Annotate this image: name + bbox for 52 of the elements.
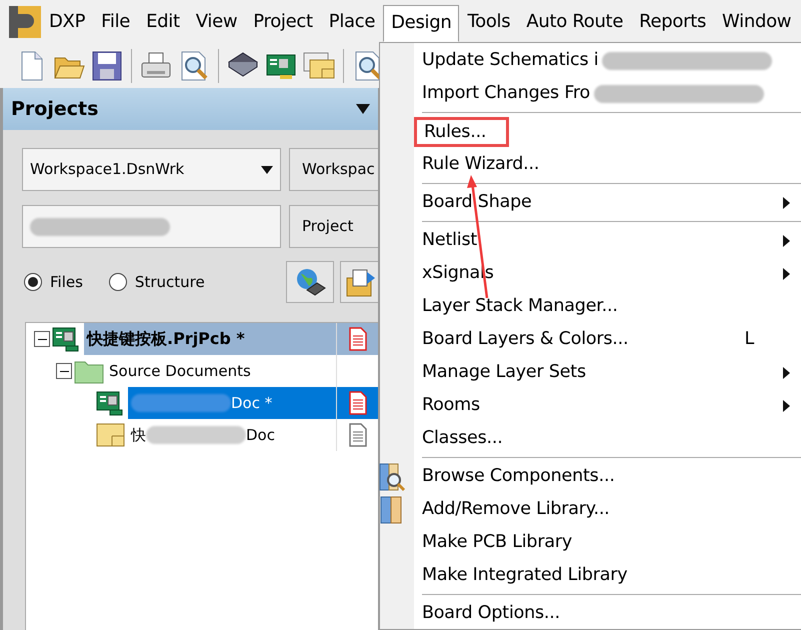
radio-button[interactable] — [108, 273, 127, 291]
menu-item[interactable]: Edit — [138, 4, 188, 40]
menu-item[interactable]: Netlist — [414, 224, 801, 257]
schematic-document-icon — [96, 422, 126, 448]
app-logo — [8, 5, 42, 39]
menu-item[interactable]: DXP — [46, 4, 94, 40]
menu-item[interactable]: File — [93, 4, 138, 40]
menu-item[interactable]: Design — [383, 4, 460, 42]
dropdown-icon[interactable] — [356, 104, 370, 114]
workspace-dropdown[interactable]: Workspace1.DsnWrk — [22, 148, 281, 191]
menu-item[interactable]: Board Options... — [414, 597, 801, 630]
panel-title: Projects — [11, 96, 98, 122]
menu-item[interactable]: Add/Remove Library... — [414, 493, 801, 526]
tree-item-text: Doc — [246, 424, 275, 446]
menu-item[interactable]: Layer Stack Manager... — [414, 290, 801, 323]
menu-item[interactable]: Window — [714, 4, 800, 40]
tree-item[interactable]: 快捷键按板.PrjPcb * — [84, 323, 336, 355]
project-field[interactable] — [22, 205, 281, 248]
expand-toggle[interactable] — [56, 363, 72, 379]
menu-item[interactable]: Auto Route — [518, 4, 632, 40]
workspace-button[interactable]: Workspac — [289, 148, 378, 191]
shortcut-text: L — [744, 328, 754, 352]
caret-icon — [261, 166, 273, 174]
tree-item-text: 快 — [131, 424, 146, 446]
menu-item[interactable]: Make Integrated Library — [414, 559, 801, 592]
menu-item[interactable]: Rooms — [414, 389, 801, 422]
menu-item[interactable]: Place — [320, 4, 384, 40]
menu-item[interactable]: Browse Components... — [414, 460, 801, 493]
menu-item[interactable]: Manage Layer Sets — [414, 356, 801, 389]
menu-item[interactable]: Tools — [459, 4, 518, 40]
menu-item[interactable]: Board Shape — [414, 186, 801, 219]
menu-item[interactable]: Classes... — [414, 422, 801, 455]
refresh-button[interactable] — [286, 261, 334, 303]
tree-item[interactable]: 快 Doc — [128, 419, 336, 451]
menu-item[interactable]: Make PCB Library — [414, 526, 801, 559]
menu-item[interactable]: View — [188, 4, 246, 40]
menu-item[interactable]: Import Changes Fro — [414, 77, 801, 110]
menu-item[interactable]: Rules... — [414, 115, 801, 148]
menu-item[interactable]: Reports — [631, 4, 714, 40]
menu-item[interactable]: Rule Wizard... — [414, 148, 801, 181]
tree-item-text: Doc * — [231, 392, 272, 414]
tree-item[interactable]: Doc * — [128, 387, 336, 419]
open-button[interactable] — [340, 261, 378, 303]
expand-toggle[interactable] — [34, 331, 50, 347]
project-button[interactable]: Project — [289, 205, 378, 248]
tree-item[interactable]: Source Documents — [106, 355, 336, 387]
menu-item[interactable]: Board Layers & Colors... L — [414, 323, 801, 356]
radio-label: Files — [50, 272, 83, 293]
radio-label: Structure — [134, 272, 205, 293]
radio-button[interactable] — [24, 273, 42, 291]
menu-item[interactable]: Project — [245, 4, 321, 40]
menu-item[interactable]: Update Schematics i — [414, 44, 801, 77]
